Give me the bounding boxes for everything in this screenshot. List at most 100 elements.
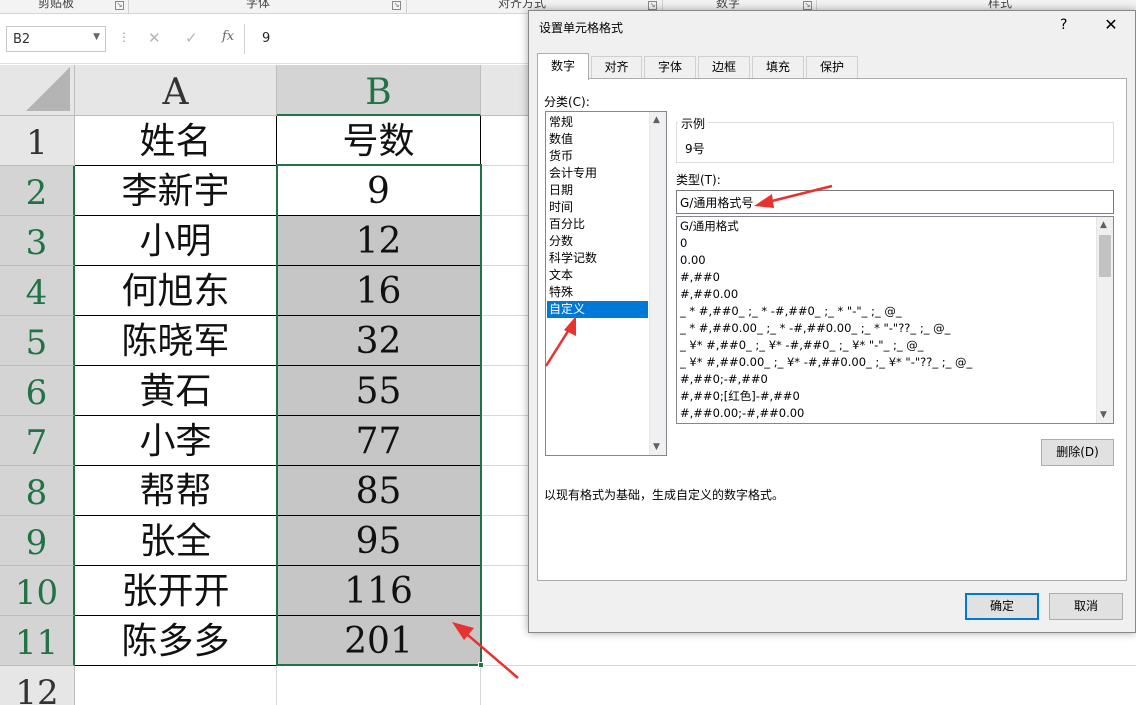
cancel-button[interactable]: 取消 [1049,593,1123,620]
category-item[interactable]: 自定义 [547,301,648,318]
cell-number[interactable]: 85 [277,466,481,516]
tab-alignment[interactable]: 对齐 [591,56,642,79]
delete-button[interactable]: 删除(D) [1041,439,1114,466]
scroll-up-icon[interactable]: ▲ [1100,220,1107,230]
cell-name[interactable]: 陈多多 [75,616,277,666]
category-list[interactable]: 常规 数值 货币 会计专用 日期 时间 百分比 分数 科学记数 文本 特殊 自定义 ▲ ▼ [545,111,667,456]
row-header[interactable]: 9 [0,516,75,566]
row-header[interactable]: 7 [0,416,75,466]
dialog-title: 设置单元格格式 [539,21,624,35]
number-launcher-icon[interactable]: ↘ [803,1,812,10]
format-item[interactable]: G/通用格式 [680,218,739,235]
format-item[interactable]: 0.00 [680,252,706,269]
row-header[interactable]: 1 [0,116,75,166]
cell-name[interactable]: 黄石 [75,366,277,416]
format-item[interactable]: _ * #,##0.00_ ;_ * -#,##0.00_ ;_ * "-"??… [680,320,950,337]
category-item[interactable]: 特殊 [547,284,648,301]
cell-number[interactable]: 77 [277,416,481,466]
alignment-launcher-icon[interactable]: ↘ [648,1,657,10]
tab-font[interactable]: 字体 [644,56,696,79]
cell-name[interactable]: 帮帮 [75,466,277,516]
cell-name[interactable]: 李新宇 [75,166,277,216]
ribbon-group-font: 字体 [246,0,271,10]
row-header[interactable]: 12 [0,666,75,705]
cell-name[interactable]: 小明 [75,216,277,266]
cell-name[interactable]: 陈晓军 [75,316,277,366]
scroll-thumb[interactable] [1099,235,1111,277]
font-launcher-icon[interactable]: ↘ [392,1,401,10]
enter-icon[interactable]: ✓ [185,29,198,47]
format-item[interactable]: _ ¥* #,##0_ ;_ ¥* -#,##0_ ;_ ¥* "-"_ ;_ … [680,337,924,354]
chevron-down-icon[interactable]: ▼ [93,32,100,42]
row-header[interactable]: 10 [0,566,75,616]
category-item[interactable]: 科学记数 [547,250,648,267]
row-header[interactable]: 3 [0,216,75,266]
cancel-icon[interactable]: ✕ [148,29,161,47]
category-item[interactable]: 文本 [547,267,648,284]
sample-box: 9号 [676,122,1114,163]
header-cell-number[interactable]: 号数 [277,116,481,166]
cell-number[interactable]: 32 [277,316,481,366]
tab-fill[interactable]: 填充 [752,56,804,79]
scroll-down-icon[interactable]: ▼ [653,442,660,452]
tab-protection[interactable]: 保护 [806,56,858,79]
tab-border[interactable]: 边框 [698,56,750,79]
format-item[interactable]: _ ¥* #,##0.00_ ;_ ¥* -#,##0.00_ ;_ ¥* "-… [680,354,972,371]
clipboard-launcher-icon[interactable]: ↘ [115,1,124,10]
column-header-a[interactable]: A [75,65,277,116]
name-box[interactable]: B2 ▼ [6,26,106,52]
format-item[interactable]: 0 [680,235,687,252]
column-header-b[interactable]: B [277,65,481,116]
format-list[interactable]: G/通用格式 0 0.00 #,##0 #,##0.00 _ * #,##0_ ;_ * … [676,216,1114,424]
drag-handle-icon[interactable]: ⋮ [118,30,130,44]
category-item[interactable]: 数值 [547,131,648,148]
close-icon[interactable]: ✕ [1099,15,1123,34]
row-header[interactable]: 11 [0,616,75,666]
cell-number[interactable]: 116 [277,566,481,616]
cell-name[interactable]: 何旭东 [75,266,277,316]
category-item[interactable]: 日期 [547,182,648,199]
cell-name[interactable]: 小李 [75,416,277,466]
format-item[interactable]: #,##0;[红色]-#,##0 [680,388,800,405]
help-icon[interactable]: ? [1060,17,1067,33]
format-item[interactable]: #,##0 [680,269,720,286]
cell-number[interactable]: 16 [277,266,481,316]
category-item[interactable]: 分数 [547,233,648,250]
insert-function-icon[interactable]: fx [222,29,234,44]
scroll-down-icon[interactable]: ▼ [1100,410,1107,420]
format-item[interactable]: #,##0;-#,##0 [680,371,768,388]
category-item[interactable]: 货币 [547,148,648,165]
header-cell-name[interactable]: 姓名 [75,116,277,166]
format-item[interactable]: _ * #,##0_ ;_ * -#,##0_ ;_ * "-"_ ;_ @_ [680,303,902,320]
row-header[interactable]: 8 [0,466,75,516]
cell-name[interactable]: 张开开 [75,566,277,616]
formula-input[interactable]: 9 [262,31,270,46]
cell-number[interactable] [277,666,481,705]
cell-name[interactable] [75,666,277,705]
cell-number[interactable]: 55 [277,366,481,416]
type-input[interactable]: G/通用格式号 [676,190,1114,214]
category-item[interactable]: 会计专用 [547,165,648,182]
row-header[interactable]: 4 [0,266,75,316]
cell-number[interactable]: 9 [277,166,481,216]
tab-number[interactable]: 数字 [537,53,589,80]
ok-button[interactable]: 确定 [965,593,1039,620]
category-scrollbar[interactable]: ▲ ▼ [649,112,666,455]
format-scrollbar[interactable]: ▲ ▼ [1096,217,1113,423]
row-header[interactable]: 6 [0,366,75,416]
fill-handle[interactable] [478,662,484,668]
row-header[interactable]: 2 [0,166,75,216]
cell-name[interactable]: 张全 [75,516,277,566]
cell-number[interactable]: 95 [277,516,481,566]
cell-number[interactable]: 12 [277,216,481,266]
select-all-button[interactable] [0,65,75,116]
cell-number[interactable]: 201 [277,616,481,666]
category-item[interactable]: 常规 [547,114,648,131]
scroll-up-icon[interactable]: ▲ [653,115,660,125]
row-header[interactable]: 5 [0,316,75,366]
category-item[interactable]: 时间 [547,199,648,216]
format-item[interactable]: #,##0.00 [680,286,738,303]
format-item[interactable]: #,##0.00;-#,##0.00 [680,405,804,422]
cell-empty[interactable] [481,666,1136,705]
category-item[interactable]: 百分比 [547,216,648,233]
